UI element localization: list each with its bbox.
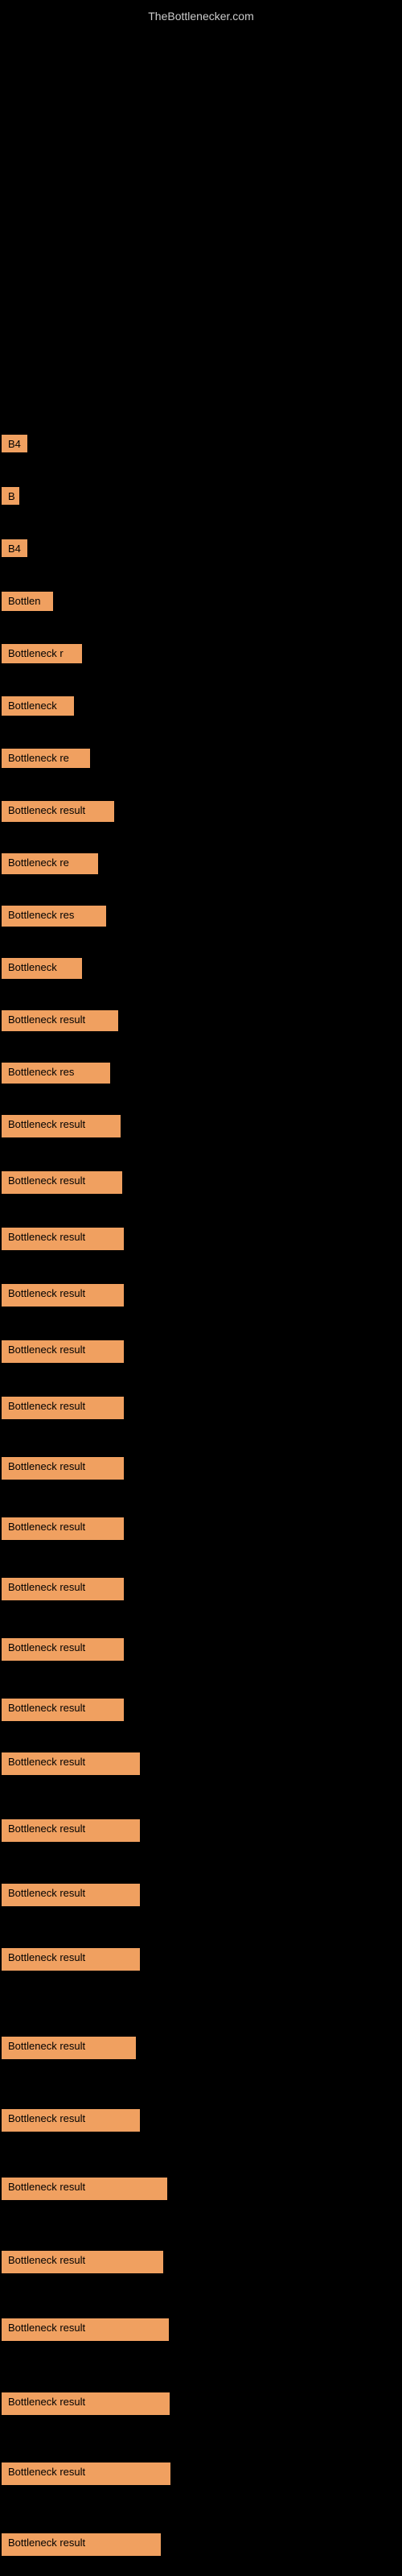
bottleneck-result-item[interactable]: Bottleneck result — [2, 1171, 122, 1194]
bottleneck-result-item[interactable]: Bottleneck re — [2, 853, 98, 874]
bottleneck-result-item[interactable]: Bottleneck result — [2, 1819, 140, 1842]
bottleneck-result-item[interactable]: Bottleneck res — [2, 906, 106, 927]
bottleneck-result-item[interactable]: Bottleneck result — [2, 2318, 169, 2341]
bottleneck-result-item[interactable]: Bottleneck result — [2, 1699, 124, 1721]
bottleneck-result-item[interactable]: Bottleneck result — [2, 2109, 140, 2132]
bottleneck-result-item[interactable]: Bottleneck re — [2, 749, 90, 768]
bottleneck-result-item[interactable]: Bottleneck result — [2, 2178, 167, 2200]
bottleneck-result-item[interactable]: Bottlen — [2, 592, 53, 611]
bottleneck-result-item[interactable]: Bottleneck result — [2, 1884, 140, 1906]
bottleneck-result-item[interactable]: Bottleneck result — [2, 801, 114, 822]
bottleneck-result-item[interactable]: Bottleneck — [2, 958, 82, 979]
site-title: TheBottlenecker.com — [0, 3, 402, 29]
bottleneck-result-item[interactable]: Bottleneck — [2, 696, 74, 716]
bottleneck-result-item[interactable]: Bottleneck result — [2, 2462, 170, 2485]
bottleneck-result-item[interactable]: Bottleneck res — [2, 1063, 110, 1084]
bottleneck-result-item[interactable]: Bottleneck result — [2, 1578, 124, 1600]
bottleneck-result-item[interactable]: Bottleneck result — [2, 1340, 124, 1363]
bottleneck-result-item[interactable]: Bottleneck result — [2, 1457, 124, 1480]
bottleneck-result-item[interactable]: Bottleneck result — [2, 1397, 124, 1419]
bottleneck-result-item[interactable]: Bottleneck result — [2, 1752, 140, 1775]
bottleneck-result-item[interactable]: Bottleneck result — [2, 1517, 124, 1540]
bottleneck-result-item[interactable]: Bottleneck result — [2, 2533, 161, 2556]
bottleneck-result-item[interactable]: Bottleneck result — [2, 1948, 140, 1971]
bottleneck-result-item[interactable]: Bottleneck r — [2, 644, 82, 663]
bottleneck-result-item[interactable]: Bottleneck result — [2, 1638, 124, 1661]
bottleneck-result-item[interactable]: B4 — [2, 539, 27, 557]
bottleneck-result-item[interactable]: Bottleneck result — [2, 1115, 121, 1137]
bottleneck-result-item[interactable]: B4 — [2, 435, 27, 452]
bottleneck-result-item[interactable]: Bottleneck result — [2, 1228, 124, 1250]
bottleneck-result-item[interactable]: Bottleneck result — [2, 2392, 170, 2415]
bottleneck-result-item[interactable]: Bottleneck result — [2, 2251, 163, 2273]
bottleneck-result-item[interactable]: Bottleneck result — [2, 1010, 118, 1031]
bottleneck-result-item[interactable]: Bottleneck result — [2, 1284, 124, 1307]
bottleneck-result-item[interactable]: Bottleneck result — [2, 2037, 136, 2059]
bottleneck-result-item[interactable]: B — [2, 487, 19, 505]
